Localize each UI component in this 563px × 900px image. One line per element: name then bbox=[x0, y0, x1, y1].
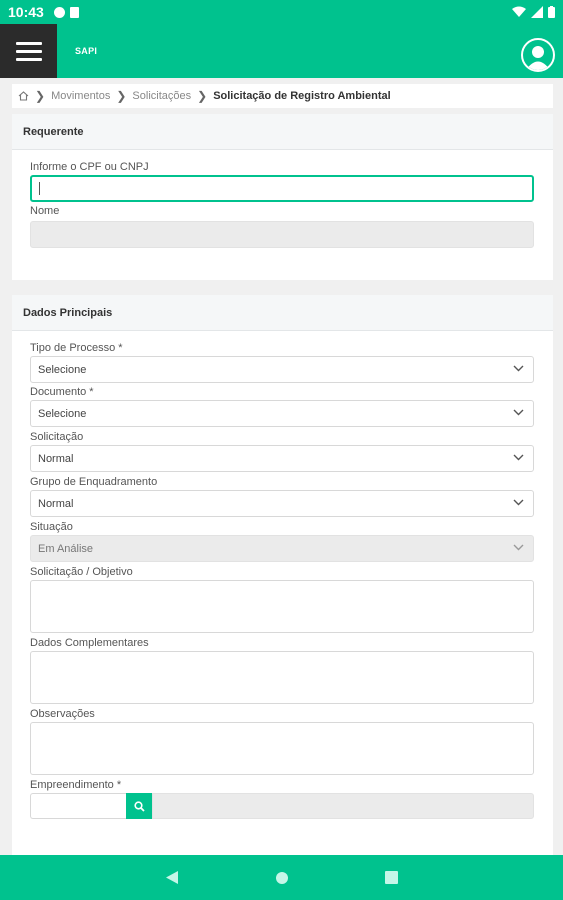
nome-label: Nome bbox=[30, 205, 60, 217]
search-icon bbox=[133, 800, 145, 812]
home-icon[interactable] bbox=[18, 91, 29, 101]
cpf-label: Informe o CPF ou CNPJ bbox=[30, 161, 149, 173]
solicitacao-value: Normal bbox=[38, 452, 74, 465]
signal-icon bbox=[531, 6, 543, 18]
status-time: 10:43 bbox=[8, 4, 44, 20]
grupo-enquadramento-select[interactable]: Normal bbox=[30, 490, 534, 517]
chevron-down-icon bbox=[513, 454, 524, 461]
observacoes-textarea[interactable] bbox=[30, 722, 534, 775]
menu-icon-line bbox=[15, 49, 42, 53]
breadcrumb-item-movimentos[interactable]: Movimentos bbox=[51, 90, 110, 102]
tipo-processo-label: Tipo de Processo * bbox=[30, 342, 123, 354]
documento-value: Selecione bbox=[38, 407, 87, 420]
breadcrumb-current: Solicitação de Registro Ambiental bbox=[213, 90, 391, 102]
recents-icon[interactable] bbox=[385, 871, 398, 884]
app-bar: SAPI bbox=[0, 24, 563, 78]
notification-app-icon bbox=[53, 6, 65, 18]
documento-select[interactable]: Selecione bbox=[30, 400, 534, 427]
chevron-down-icon bbox=[513, 365, 524, 372]
empreendimento-name-field bbox=[152, 793, 534, 819]
user-avatar-icon bbox=[526, 46, 550, 70]
situacao-select: Em Análise bbox=[30, 535, 534, 562]
status-indicators bbox=[512, 6, 555, 18]
back-icon[interactable] bbox=[165, 870, 179, 885]
grupo-enquadramento-label: Grupo de Enquadramento bbox=[30, 476, 158, 488]
objetivo-textarea[interactable] bbox=[30, 580, 534, 633]
wifi-icon bbox=[512, 6, 526, 17]
menu-button[interactable] bbox=[0, 24, 57, 78]
breadcrumb: ❯ Movimentos ❯ Solicitações ❯ Solicitaçã… bbox=[12, 84, 553, 108]
chevron-down-icon bbox=[513, 499, 524, 506]
requerente-card: Requerente Informe o CPF ou CNPJ Nome bbox=[12, 114, 553, 280]
battery-icon bbox=[548, 6, 555, 18]
solicitacao-select[interactable]: Normal bbox=[30, 445, 534, 472]
grupo-enquadramento-value: Normal bbox=[38, 497, 74, 510]
text-cursor bbox=[39, 182, 40, 195]
chevron-right-icon: ❯ bbox=[197, 89, 208, 103]
empreendimento-label: Empreendimento * bbox=[30, 779, 122, 791]
chevron-down-icon bbox=[513, 409, 524, 416]
notification-icons bbox=[53, 6, 79, 18]
menu-icon bbox=[15, 41, 42, 45]
solicitacao-label: Solicitação bbox=[30, 431, 84, 443]
observacoes-label: Observações bbox=[30, 708, 95, 720]
situacao-label: Situação bbox=[30, 521, 73, 533]
documento-label: Documento * bbox=[30, 386, 94, 398]
home-nav-icon[interactable] bbox=[275, 871, 289, 885]
situacao-value: Em Análise bbox=[38, 542, 94, 555]
objetivo-label: Solicitação / Objetivo bbox=[30, 566, 133, 578]
empreendimento-search-button[interactable] bbox=[126, 793, 152, 819]
requerente-title: Requerente bbox=[12, 114, 553, 150]
dados-principais-title: Dados Principais bbox=[12, 295, 553, 331]
tipo-processo-value: Selecione bbox=[38, 363, 87, 376]
empreendimento-row bbox=[30, 793, 534, 819]
nome-field bbox=[30, 221, 534, 248]
tipo-processo-select[interactable]: Selecione bbox=[30, 356, 534, 383]
chevron-right-icon: ❯ bbox=[35, 89, 46, 103]
brand-logo: SAPI bbox=[75, 46, 98, 56]
system-nav-bar bbox=[0, 855, 563, 900]
chevron-down-icon bbox=[513, 544, 524, 551]
dados-complementares-label: Dados Complementares bbox=[30, 637, 149, 649]
sd-card-icon bbox=[69, 6, 79, 18]
user-avatar-button[interactable] bbox=[521, 38, 555, 72]
dados-principais-card: Dados Principais Tipo de Processo * Sele… bbox=[12, 295, 553, 855]
dados-complementares-textarea[interactable] bbox=[30, 651, 534, 704]
empreendimento-code-input[interactable] bbox=[30, 793, 126, 819]
menu-icon-line bbox=[15, 57, 42, 61]
breadcrumb-item-solicitacoes[interactable]: Solicitações bbox=[132, 90, 191, 102]
chevron-right-icon: ❯ bbox=[116, 89, 127, 103]
cpf-input[interactable] bbox=[30, 175, 534, 202]
status-bar: 10:43 bbox=[0, 0, 563, 24]
